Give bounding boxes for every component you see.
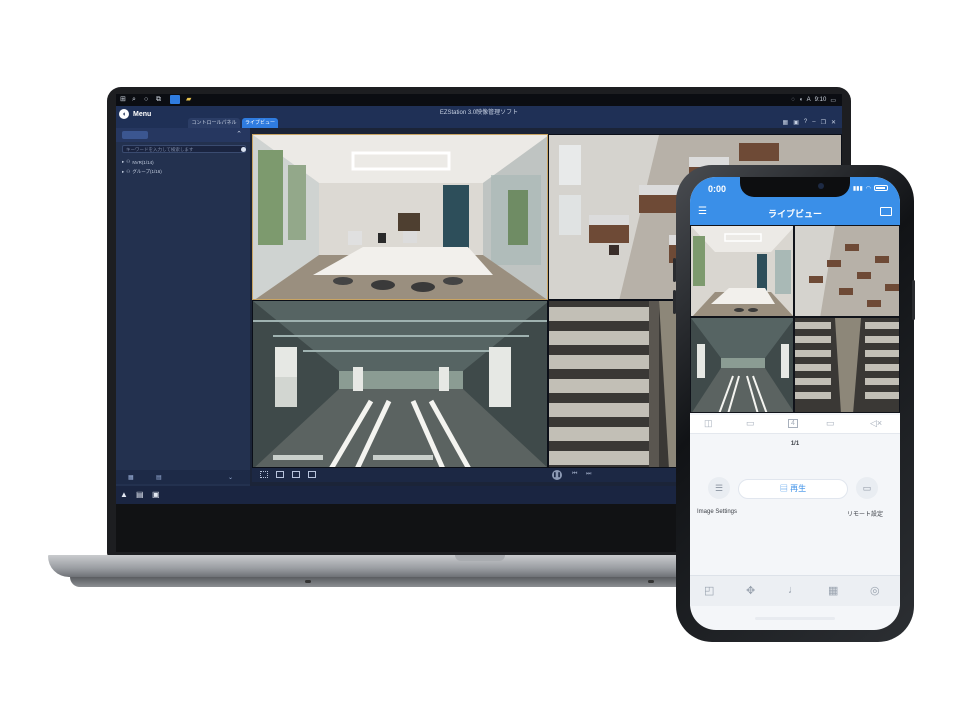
signal-icon: ▮▮▮ <box>852 186 863 192</box>
image-settings-label: Image Settings <box>697 509 738 515</box>
phone-tray: ▮▮▮ ◠ <box>853 185 888 192</box>
minimize-icon[interactable]: – <box>812 119 815 126</box>
phone-page-title: ライブビュー <box>767 209 822 219</box>
phone-nav-bar: ☰ ライブビュー <box>690 199 900 225</box>
close-all-icon[interactable] <box>292 471 300 478</box>
home-indicator <box>755 617 835 620</box>
windows-taskbar: ⊞ ⌕ ○ ⧉ ▰ ◌ ◖ A 9:10 ▭ <box>116 94 842 106</box>
system-tray: ◌ ◖ A 9:10 ▭ <box>791 94 836 106</box>
input-language-icon[interactable]: A <box>807 97 811 103</box>
tray-time[interactable]: 9:10 <box>815 97 827 103</box>
next-icon[interactable]: ⏭ <box>586 471 591 478</box>
menu-button[interactable]: ◖ Menu <box>119 109 151 119</box>
snapshot-icon[interactable] <box>308 471 316 478</box>
device-search-input[interactable]: キーワードを入力して検索します <box>122 145 246 153</box>
laptop-foot <box>648 580 654 583</box>
menu-logo-icon: ◖ <box>119 109 129 119</box>
speaker-mute-icon[interactable]: ◁× <box>870 418 882 429</box>
snapshot-icon[interactable]: ◫ <box>704 418 713 429</box>
tab-live-view[interactable]: ライブビュー <box>242 118 278 128</box>
task-view-icon[interactable]: ⧉ <box>156 95 161 104</box>
device-view-icon[interactable]: ▦ <box>128 474 134 481</box>
expand-icon[interactable]: ▸ <box>122 159 124 165</box>
windows-icon[interactable]: ⊞ <box>120 95 126 104</box>
pause-button[interactable]: ❚❚ <box>552 470 562 480</box>
cortana-icon[interactable]: ○ <box>144 95 148 104</box>
phone-toolbar: ◫ ▭ 4 ▭ ◁× <box>690 415 900 434</box>
phone-video-grid <box>690 225 900 413</box>
collapse-up-icon[interactable]: ⌃ <box>236 130 242 138</box>
tab-control-panel[interactable]: コントロールパネル <box>188 118 240 128</box>
camera-feed-office[interactable] <box>252 134 548 300</box>
tab-microphone-mute-icon[interactable]: ♩ <box>788 584 799 596</box>
tab-device-icon[interactable]: ◰ <box>704 584 714 597</box>
tab-ptz-icon[interactable]: ✥ <box>746 584 755 597</box>
laptop-foot <box>305 580 311 583</box>
phone-feed-office[interactable] <box>690 225 794 317</box>
expand-icon[interactable]: ▸ <box>122 169 124 175</box>
phone-status-bar: 0:00 ▮▮▮ ◠ <box>690 177 900 199</box>
folder-icon[interactable]: ▰ <box>186 95 191 104</box>
device-tab-chip[interactable] <box>122 131 148 139</box>
device-panel-header: ⌃ <box>116 128 250 142</box>
battery-icon <box>874 185 888 191</box>
menu-label: Menu <box>133 110 152 118</box>
phone-tab-bar: ◰ ✥ ♩ ▦ ◎ <box>690 575 900 606</box>
search-icon[interactable]: ⌕ <box>132 95 136 104</box>
cast-screen-icon[interactable] <box>880 207 892 216</box>
previous-icon[interactable]: ⏮ <box>572 471 577 478</box>
split-screen-button[interactable]: 4 <box>788 419 798 428</box>
front-camera <box>818 183 824 189</box>
restore-icon[interactable]: ❐ <box>821 119 826 126</box>
window-controls: ▦ ▣ ? – ❐ ✕ <box>783 119 836 126</box>
ezstation-icon[interactable] <box>170 95 180 104</box>
phone-screen: 0:00 ▮▮▮ ◠ ☰ ライブビュー ◫ ▭ 4 ▭ ◁× 1/1 ☰ ▤ 再… <box>690 177 900 630</box>
device-group-icon: ⚇ <box>126 169 131 174</box>
tab-favorites-icon[interactable]: ▦ <box>828 584 838 597</box>
search-button-icon[interactable] <box>241 147 246 152</box>
log-document-icon[interactable]: ▤ <box>136 490 144 499</box>
volume-up-button <box>673 258 676 282</box>
wifi-icon: ◠ <box>865 186 871 192</box>
device-panel-footer: ▦ ▤ ⌄ <box>116 470 250 484</box>
volume-down-button <box>673 290 676 314</box>
video-record-icon[interactable]: ▣ <box>152 490 160 499</box>
phone-feed-parking[interactable] <box>690 317 794 413</box>
laptop-opening-notch <box>455 555 505 561</box>
notification-icon[interactable]: ▭ <box>830 97 836 104</box>
window-title: EZStation 3.0映像管理ソフト <box>439 110 519 116</box>
volume-icon[interactable]: ◖ <box>799 97 803 103</box>
device-panel: ⌃ キーワードを入力して検索します ▸ ⚇ NVR(1/14) ▸ ⚇ グループ… <box>116 128 250 498</box>
tree-item-group[interactable]: ▸ ⚇ グループ(1/16) <box>122 169 162 175</box>
camera-feed-parking[interactable] <box>252 300 548 468</box>
device-group-icon: ⚇ <box>126 159 131 164</box>
image-settings-button[interactable]: ☰ <box>708 477 730 499</box>
phone-time: 0:00 <box>708 184 727 194</box>
playback-button[interactable]: ▤ 再生 <box>738 479 848 499</box>
network-icon[interactable]: ◌ <box>791 97 795 103</box>
grid-icon[interactable]: ▦ <box>783 119 789 126</box>
layout-single-icon[interactable] <box>276 471 284 478</box>
view-list-icon[interactable]: ▤ <box>156 474 162 481</box>
phone-feed-workspace[interactable] <box>794 225 900 317</box>
tree-item-nvr[interactable]: ▸ ⚇ NVR(1/14) <box>122 159 154 165</box>
app-header: EZStation 3.0映像管理ソフト ◖ Menu コントロールパネル ライ… <box>116 106 842 128</box>
close-icon[interactable]: ✕ <box>831 119 836 126</box>
alarm-warning-icon[interactable]: ▲ <box>120 490 128 499</box>
lock-icon[interactable]: ▣ <box>793 119 799 126</box>
playback-icon: ▤ <box>779 484 791 493</box>
expand-down-icon[interactable]: ⌄ <box>228 474 233 481</box>
phone-notch <box>740 177 850 197</box>
record-video-icon[interactable]: ▭ <box>746 418 755 429</box>
help-icon[interactable]: ? <box>804 119 807 126</box>
layout-grid-icon[interactable] <box>260 471 268 478</box>
remote-settings-label: リモート設定 <box>847 512 884 518</box>
phone-feed-warehouse[interactable] <box>794 317 900 413</box>
hd-quality-icon[interactable]: ▭ <box>826 418 835 429</box>
power-button <box>912 280 915 320</box>
tab-playback-icon[interactable]: ◎ <box>870 584 880 597</box>
remote-settings-button[interactable]: ▭ <box>856 477 878 499</box>
phone-pager: 1/1 <box>790 441 800 447</box>
